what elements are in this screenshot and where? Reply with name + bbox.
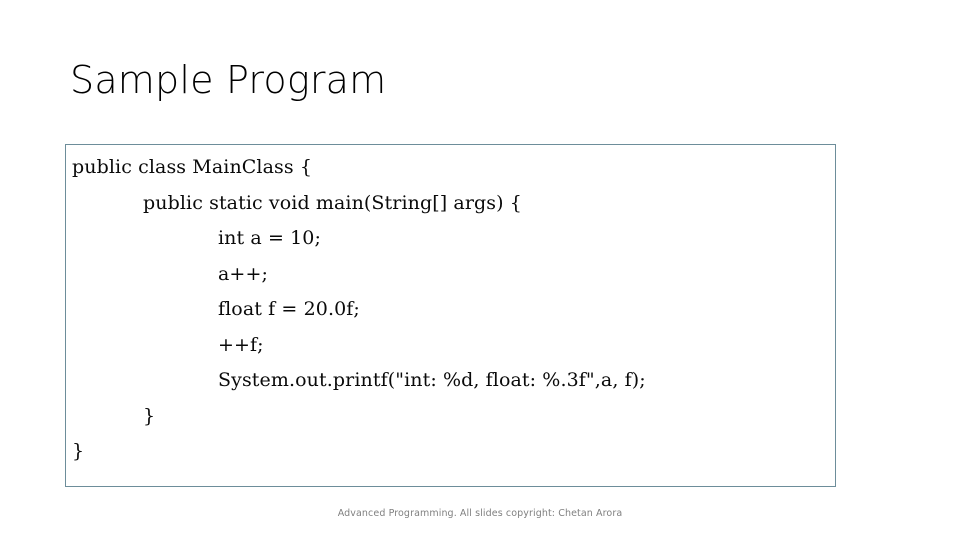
- code-line: }: [72, 440, 85, 462]
- slide-canvas: Sample Program public class MainClass { …: [0, 0, 960, 540]
- code-block-container: public class MainClass { public static v…: [65, 144, 836, 487]
- code-line: System.out.printf("int: %d, float: %.3f"…: [218, 369, 646, 391]
- code-line: }: [143, 404, 156, 427]
- code-line: public class MainClass {: [72, 156, 313, 178]
- code-line: float f = 20.0f;: [218, 298, 360, 320]
- code-line-list: public class MainClass { public static v…: [66, 150, 835, 470]
- code-line: a++;: [218, 262, 268, 285]
- code-line: int a = 10;: [218, 227, 321, 249]
- code-line: ++f;: [218, 333, 264, 356]
- slide-footer: Advanced Programming. All slides copyrig…: [337, 508, 623, 519]
- code-line: public static void main(String[] args) {: [143, 191, 522, 214]
- page-title: Sample Program: [70, 58, 387, 102]
